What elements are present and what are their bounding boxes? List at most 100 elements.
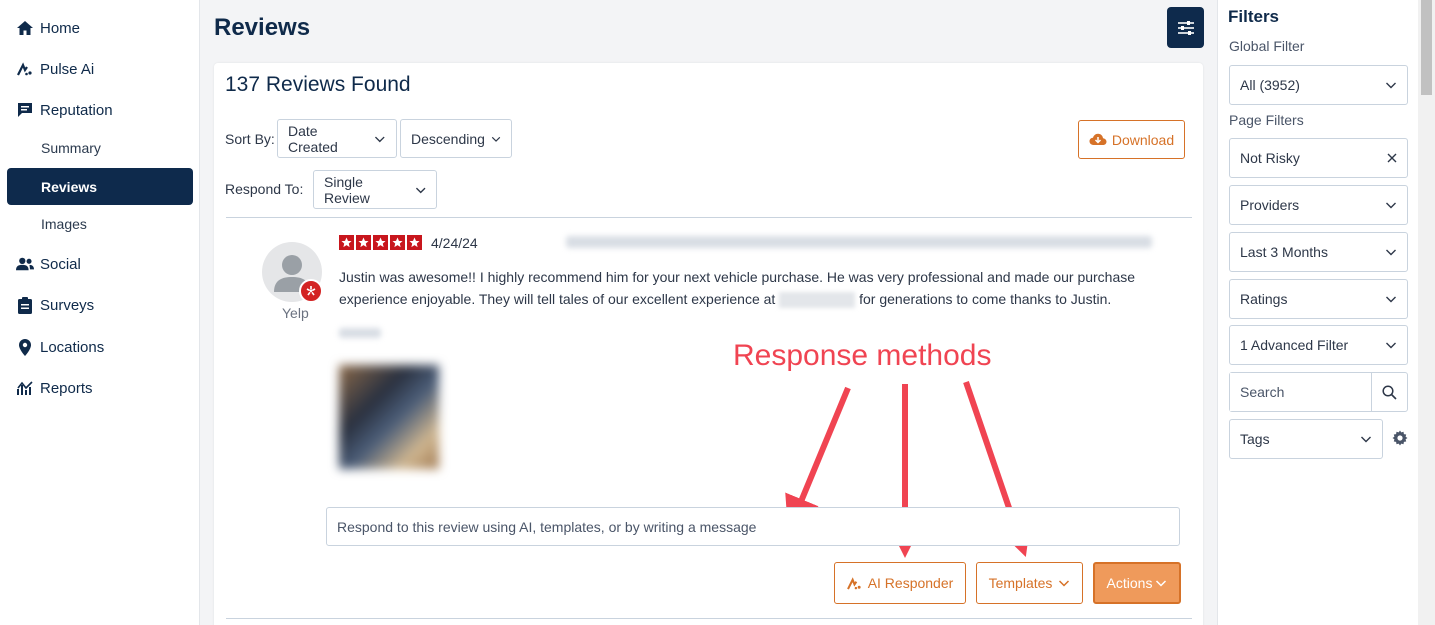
nav-item-reputation[interactable]: Reputation: [16, 98, 113, 122]
left-sidebar: Home Pulse Ai Reputation Summary Reviews…: [0, 0, 200, 625]
respond-to-select[interactable]: Single Review: [313, 170, 437, 209]
chevron-down-icon: [1386, 82, 1396, 89]
divider: [226, 618, 1192, 619]
ratings-select[interactable]: Ratings: [1229, 279, 1408, 319]
nav-label-reputation: Reputation: [40, 101, 113, 119]
nav-item-pulse-ai[interactable]: Pulse Ai: [16, 57, 94, 81]
not-risky-filter[interactable]: Not Risky: [1229, 138, 1408, 178]
gear-icon[interactable]: [1392, 430, 1408, 446]
respond-to-label: Respond To:: [225, 181, 304, 197]
templates-button[interactable]: Templates: [976, 562, 1083, 604]
date-range-select[interactable]: Last 3 Months: [1229, 232, 1408, 272]
sort-by-label: Sort By:: [225, 131, 275, 147]
nav-sub-images[interactable]: Images: [41, 216, 87, 232]
sort-field-value: Date Created: [288, 122, 338, 155]
download-label: Download: [1111, 131, 1175, 148]
yelp-icon: [299, 279, 323, 303]
chart-icon: [16, 379, 34, 397]
search-button[interactable]: [1371, 373, 1407, 411]
response-input[interactable]: [326, 507, 1180, 546]
respond-to-value: Single Review: [324, 173, 370, 206]
review-source: Yelp: [282, 305, 309, 321]
nav-item-locations[interactable]: Locations: [16, 335, 104, 359]
star-icon: [390, 235, 405, 250]
nav-label-social: Social: [40, 255, 81, 273]
nav-item-social[interactable]: Social: [16, 252, 81, 276]
chevron-down-icon: [375, 136, 386, 142]
page-filters-label: Page Filters: [1229, 112, 1304, 128]
review-date: 4/24/24: [431, 235, 478, 251]
download-button[interactable]: Download: [1078, 120, 1185, 159]
star-icon: [373, 235, 388, 250]
nav-label-reports: Reports: [40, 379, 93, 397]
review-photo[interactable]: [339, 365, 439, 469]
chevron-down-icon: [1386, 202, 1396, 209]
providers-value: Providers: [1240, 197, 1300, 213]
pulse-ai-icon: [16, 60, 34, 78]
star-icon: [339, 235, 354, 250]
sort-order-select[interactable]: Descending: [400, 119, 512, 158]
advanced-filter-select[interactable]: 1 Advanced Filter: [1229, 325, 1408, 365]
ai-responder-label: AI Responder: [867, 575, 954, 591]
chevron-down-icon: [1059, 580, 1070, 587]
chevron-down-icon: [1361, 436, 1371, 443]
ratings-value: Ratings: [1240, 291, 1288, 307]
redacted-business-name: [779, 292, 856, 309]
users-icon: [16, 255, 34, 273]
chevron-down-icon: [1386, 249, 1396, 256]
search-input[interactable]: [1230, 373, 1371, 411]
sort-field-select[interactable]: Date Created: [277, 119, 397, 158]
home-icon: [16, 19, 34, 37]
close-icon[interactable]: [1387, 153, 1397, 163]
redacted-metadata: [566, 236, 1152, 248]
not-risky-value: Not Risky: [1240, 150, 1300, 166]
search-icon: [1382, 384, 1397, 400]
chevron-down-icon: [1386, 296, 1396, 303]
review-text-part2: for generations to come thanks to Justin…: [859, 291, 1112, 307]
actions-button[interactable]: Actions: [1093, 562, 1181, 604]
pulse-ai-icon: [846, 576, 861, 590]
star-rating: [339, 235, 422, 250]
chevron-down-icon: [415, 187, 426, 193]
nav-sub-summary[interactable]: Summary: [41, 140, 101, 156]
reputation-icon: [16, 101, 34, 119]
page-title: Reviews: [214, 14, 311, 41]
nav-label-surveys: Surveys: [40, 296, 95, 314]
sliders-icon: [1177, 20, 1194, 35]
nav-label-locations: Locations: [40, 338, 105, 356]
star-icon: [356, 235, 371, 250]
providers-select[interactable]: Providers: [1229, 185, 1408, 225]
scrollbar-thumb[interactable]: [1421, 0, 1432, 95]
nav-item-home[interactable]: Home: [16, 16, 80, 40]
advanced-filter-value: 1 Advanced Filter: [1240, 337, 1349, 353]
nav-item-reports[interactable]: Reports: [16, 376, 93, 400]
templates-label: Templates: [988, 575, 1053, 591]
filter-search: [1229, 372, 1408, 412]
chevron-down-icon: [491, 136, 501, 142]
global-filter-value: All (3952): [1240, 77, 1300, 93]
sort-order-value: Descending: [411, 130, 485, 147]
global-filter-select[interactable]: All (3952): [1229, 65, 1408, 105]
global-filter-label: Global Filter: [1229, 38, 1305, 54]
map-pin-icon: [16, 338, 34, 356]
reviews-count: 137 Reviews Found: [225, 73, 411, 96]
nav-item-surveys[interactable]: Surveys: [16, 293, 94, 317]
nav-label-pulse-ai: Pulse Ai: [40, 60, 95, 78]
divider: [226, 217, 1192, 218]
tags-select[interactable]: Tags: [1229, 419, 1383, 459]
annotation-label: Response methods: [733, 339, 992, 372]
star-icon: [407, 235, 422, 250]
filters-title: Filters: [1228, 7, 1280, 26]
actions-label: Actions: [1106, 575, 1153, 591]
clipboard-icon: [16, 296, 34, 314]
filter-toggle-button[interactable]: [1167, 7, 1204, 48]
ai-responder-button[interactable]: AI Responder: [834, 562, 966, 604]
tags-value: Tags: [1240, 431, 1270, 447]
chevron-down-icon: [1156, 580, 1167, 587]
nav-sub-reviews[interactable]: Reviews: [7, 168, 193, 205]
review-text: Justin was awesome!! I highly recommend …: [339, 266, 1169, 310]
date-range-value: Last 3 Months: [1240, 244, 1328, 260]
chevron-down-icon: [1386, 342, 1396, 349]
nav-label-home: Home: [40, 19, 81, 37]
cloud-download-icon: [1089, 133, 1107, 145]
